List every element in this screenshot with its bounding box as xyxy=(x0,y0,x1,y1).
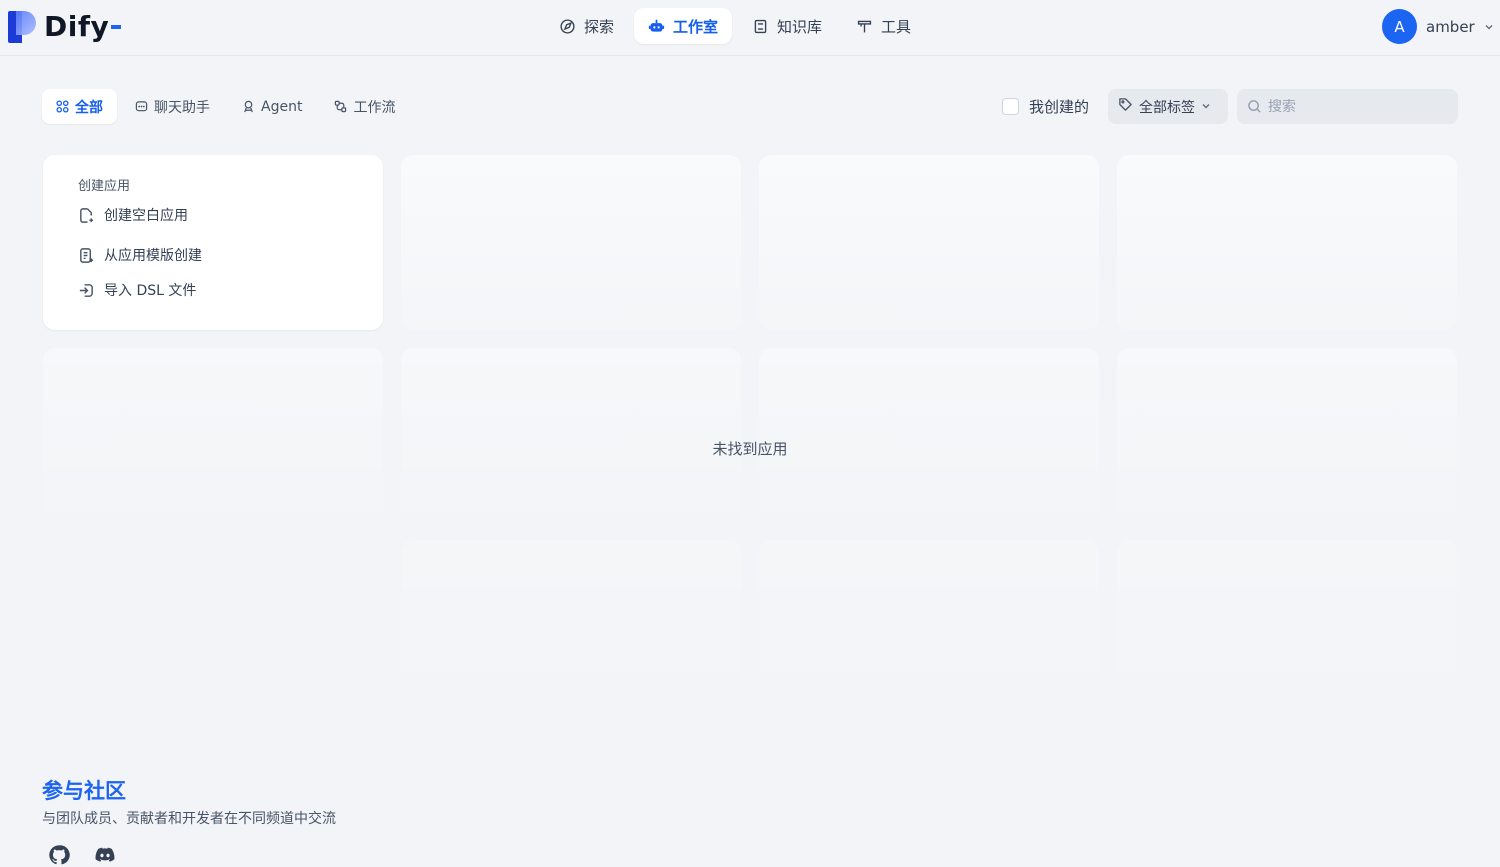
nav-studio[interactable]: 工作室 xyxy=(634,8,733,44)
community-description: 与团队成员、贡献者和开发者在不同频道中交流 xyxy=(42,811,336,827)
social-links xyxy=(48,844,116,866)
search-box[interactable] xyxy=(1237,89,1458,124)
agent-icon xyxy=(244,100,253,113)
placeholder-card xyxy=(759,540,1099,740)
import-dsl-label: 导入 DSL 文件 xyxy=(104,283,197,299)
book-icon xyxy=(754,19,767,33)
search-input[interactable] xyxy=(1268,98,1448,115)
empty-state-message: 未找到应用 xyxy=(712,440,788,458)
dify-logo[interactable]: Dify xyxy=(8,10,122,43)
github-icon[interactable] xyxy=(48,844,70,866)
dify-logo-mark xyxy=(8,10,36,43)
created-by-me-label: 我创建的 xyxy=(1029,98,1090,116)
avatar: A xyxy=(1382,9,1417,44)
tab-chat-assistant[interactable]: 聊天助手 xyxy=(121,89,224,124)
community-title: 参与社区 xyxy=(42,779,126,803)
tag-icon xyxy=(1119,98,1132,111)
placeholder-card xyxy=(759,155,1099,330)
nav-knowledge[interactable]: 知识库 xyxy=(738,8,836,44)
main-nav: 探索 工作室 知识库 工具 xyxy=(545,8,925,44)
tab-chat-assistant-label: 聊天助手 xyxy=(154,99,210,116)
chat-icon xyxy=(135,101,148,112)
nav-studio-label: 工作室 xyxy=(673,17,719,36)
create-blank-app-label: 创建空白应用 xyxy=(104,208,188,224)
discord-icon[interactable] xyxy=(94,844,116,866)
create-blank-app-button[interactable]: 创建空白应用 xyxy=(78,204,383,226)
new-file-icon xyxy=(80,207,94,223)
grid-icon xyxy=(56,100,69,113)
tab-workflow[interactable]: 工作流 xyxy=(320,89,409,124)
search-icon xyxy=(1248,100,1261,113)
brand-name: Dify xyxy=(44,10,110,43)
import-dsl-button[interactable]: 导入 DSL 文件 xyxy=(78,279,383,301)
tab-agent-label: Agent xyxy=(261,98,303,115)
tab-all[interactable]: 全部 xyxy=(42,89,117,124)
nav-tools[interactable]: 工具 xyxy=(842,8,925,44)
create-from-template-button[interactable]: 从应用模版创建 xyxy=(78,244,383,266)
created-by-me-checkbox[interactable] xyxy=(1002,98,1019,115)
nav-explore-label: 探索 xyxy=(584,17,615,36)
placeholder-card xyxy=(1117,155,1457,330)
placeholder-card xyxy=(401,155,741,330)
nav-knowledge-label: 知识库 xyxy=(777,17,823,36)
tag-filter-label: 全部标签 xyxy=(1139,99,1195,116)
create-app-card: 创建应用 创建空白应用 从应用模版创建 导入 DSL 文件 xyxy=(43,155,383,330)
workflow-icon xyxy=(335,100,347,113)
tab-workflow-label: 工作流 xyxy=(353,99,396,116)
nav-explore[interactable]: 探索 xyxy=(545,8,628,44)
placeholder-card xyxy=(401,540,741,740)
create-from-template-label: 从应用模版创建 xyxy=(104,248,202,264)
chevron-down-icon xyxy=(1485,24,1493,30)
user-name: amber xyxy=(1426,17,1475,36)
app-type-tabs: 全部 聊天助手 Agent 工作流 xyxy=(42,89,409,124)
tag-filter-dropdown[interactable]: 全部标签 xyxy=(1108,89,1228,124)
tab-all-label: 全部 xyxy=(75,99,103,116)
template-icon xyxy=(80,247,94,263)
create-app-title: 创建应用 xyxy=(78,179,131,194)
user-menu[interactable]: A amber xyxy=(1382,9,1494,44)
hammer-icon xyxy=(857,20,872,32)
chevron-down-icon xyxy=(1202,103,1210,109)
robot-icon xyxy=(648,19,665,32)
nav-tools-label: 工具 xyxy=(881,17,912,36)
placeholder-card xyxy=(1117,540,1457,740)
import-icon xyxy=(79,283,93,297)
top-header: Dify 探索 工作室 知识库 工具 A amber xyxy=(0,0,1500,56)
tab-agent[interactable]: Agent xyxy=(228,89,316,124)
created-by-me-toggle[interactable]: 我创建的 xyxy=(1002,96,1089,117)
compass-icon xyxy=(560,18,575,34)
